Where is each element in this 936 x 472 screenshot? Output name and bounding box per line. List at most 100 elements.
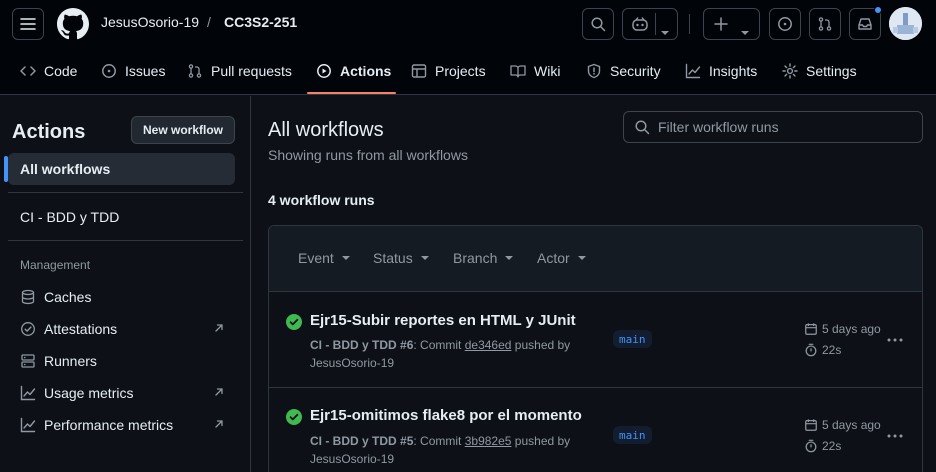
- filter-branch[interactable]: Branch: [453, 250, 514, 266]
- plus-icon: [713, 16, 729, 32]
- search-icon: [590, 16, 606, 32]
- pushed-by-label: pushed by: [514, 434, 571, 448]
- graph-icon: [20, 417, 36, 433]
- tab-label: Issues: [125, 63, 166, 79]
- chevron-down-icon: [341, 256, 350, 260]
- tab-actions[interactable]: Actions: [316, 48, 391, 94]
- new-workflow-button[interactable]: New workflow: [131, 116, 235, 144]
- breadcrumb-owner[interactable]: JesusOsorio-19: [101, 14, 199, 30]
- tab-insights[interactable]: Insights: [685, 48, 757, 94]
- database-icon: [20, 289, 36, 305]
- tab-security[interactable]: Security: [586, 48, 661, 94]
- run-author[interactable]: JesusOsorio-19: [310, 356, 394, 370]
- page-title: All workflows: [268, 119, 384, 141]
- filter-actor[interactable]: Actor: [537, 250, 586, 266]
- sidebar-item-label: All workflows: [20, 161, 111, 177]
- workflow-run-row[interactable]: Ejr15-omitimos flake8 por el momento CI …: [269, 388, 922, 472]
- pushed-by-label: pushed by: [514, 338, 571, 352]
- issue-opened-icon: [777, 16, 793, 32]
- create-new-button[interactable]: [703, 8, 760, 40]
- branch-badge[interactable]: main: [613, 426, 652, 444]
- breadcrumb-repo[interactable]: CC3S2-251: [224, 14, 297, 30]
- sidebar-item-performance-metrics[interactable]: Performance metrics: [8, 409, 235, 441]
- commit-sha[interactable]: de346ed: [465, 338, 512, 352]
- tab-label: Wiki: [534, 63, 561, 79]
- tab-projects[interactable]: Projects: [411, 48, 486, 94]
- issues-button[interactable]: [769, 8, 801, 40]
- active-indicator: [4, 156, 8, 182]
- tab-pull-requests[interactable]: Pull requests: [187, 48, 292, 94]
- filter-event[interactable]: Event: [298, 250, 350, 266]
- top-bar: JesusOsorio-19 / CC3S2-251: [0, 0, 936, 48]
- page-subtitle: Showing runs from all workflows: [268, 147, 468, 163]
- search-icon: [634, 119, 658, 135]
- graph-icon: [685, 63, 709, 79]
- sidebar-item-workflow[interactable]: CI - BDD y TDD: [8, 201, 235, 233]
- run-author[interactable]: JesusOsorio-19: [310, 452, 394, 466]
- tab-label: Insights: [709, 63, 758, 79]
- check-circle-icon: [286, 409, 302, 425]
- tab-issues[interactable]: Issues: [101, 48, 165, 94]
- avatar[interactable]: [889, 7, 922, 40]
- play-icon: [316, 63, 340, 79]
- chevron-down-icon[interactable]: [661, 22, 669, 38]
- pull-requests-button[interactable]: [809, 8, 841, 40]
- graph-icon: [20, 385, 36, 401]
- filter-runs-input[interactable]: Filter workflow runs: [623, 111, 923, 143]
- sidebar-item-label: Usage metrics: [44, 385, 134, 401]
- branch-badge[interactable]: main: [613, 330, 652, 348]
- git-pull-request-icon: [817, 16, 833, 32]
- sidebar-item-attestations[interactable]: Attestations: [8, 313, 235, 345]
- sidebar-item-label: Caches: [44, 289, 92, 305]
- code-icon: [20, 63, 44, 79]
- run-title[interactable]: Ejr15-omitimos flake8 por el momento: [310, 407, 582, 424]
- search-button[interactable]: [582, 8, 614, 40]
- sidebar-item-runners[interactable]: Runners: [8, 345, 235, 377]
- table-icon: [411, 63, 435, 79]
- header-divider: [689, 14, 690, 34]
- copilot-icon: [631, 16, 649, 32]
- verified-icon: [20, 321, 36, 337]
- stopwatch-icon: [804, 343, 822, 357]
- check-circle-icon: [286, 314, 302, 330]
- sidebar-item-all-workflows[interactable]: All workflows: [8, 153, 235, 185]
- calendar-icon: [804, 418, 822, 432]
- github-logo-icon[interactable]: [57, 8, 89, 40]
- tab-code[interactable]: Code: [20, 48, 77, 94]
- copilot-button[interactable]: [622, 8, 678, 40]
- kebab-horizontal-icon[interactable]: [885, 332, 905, 348]
- sidebar-item-caches[interactable]: Caches: [8, 281, 235, 313]
- menu-button[interactable]: [12, 8, 44, 40]
- tab-label: Code: [44, 63, 78, 79]
- filter-status[interactable]: Status: [373, 250, 429, 266]
- tab-settings[interactable]: Settings: [782, 48, 857, 94]
- chevron-down-icon: [420, 256, 429, 260]
- hamburger-icon: [20, 16, 36, 32]
- run-count: 4 workflow runs: [268, 192, 375, 208]
- sidebar-divider: [8, 240, 243, 241]
- filter-label: Status: [373, 250, 413, 266]
- sidebar-item-usage-metrics[interactable]: Usage metrics: [8, 377, 235, 409]
- runs-filter-bar: Event Status Branch Actor: [269, 226, 922, 292]
- workflow-runs-list: Event Status Branch Actor Ejr15-Subir re…: [268, 225, 923, 472]
- tab-label: Actions: [340, 63, 392, 79]
- run-date: 5 days ago: [804, 418, 881, 432]
- gear-icon: [782, 63, 806, 79]
- copilot-divider: [655, 13, 656, 35]
- run-date-text: 5 days ago: [822, 418, 881, 432]
- server-icon: [20, 353, 36, 369]
- tab-label: Settings: [806, 63, 857, 79]
- filter-label: Branch: [453, 250, 498, 266]
- commit-sha[interactable]: 3b982e5: [465, 434, 512, 448]
- run-workflow[interactable]: CI - BDD y TDD: [310, 338, 397, 352]
- tab-wiki[interactable]: Wiki: [510, 48, 560, 94]
- pull-request-icon: [187, 63, 211, 79]
- workflow-run-row[interactable]: Ejr15-Subir reportes en HTML y JUnit CI …: [269, 292, 922, 388]
- kebab-horizontal-icon[interactable]: [885, 428, 905, 444]
- run-workflow[interactable]: CI - BDD y TDD: [310, 434, 397, 448]
- run-title[interactable]: Ejr15-Subir reportes en HTML y JUnit: [310, 312, 576, 329]
- sidebar-item-label: Performance metrics: [44, 417, 174, 433]
- run-duration-text: 22s: [822, 439, 842, 453]
- sidebar-item-label: Runners: [44, 353, 97, 369]
- filter-label: Actor: [537, 250, 570, 266]
